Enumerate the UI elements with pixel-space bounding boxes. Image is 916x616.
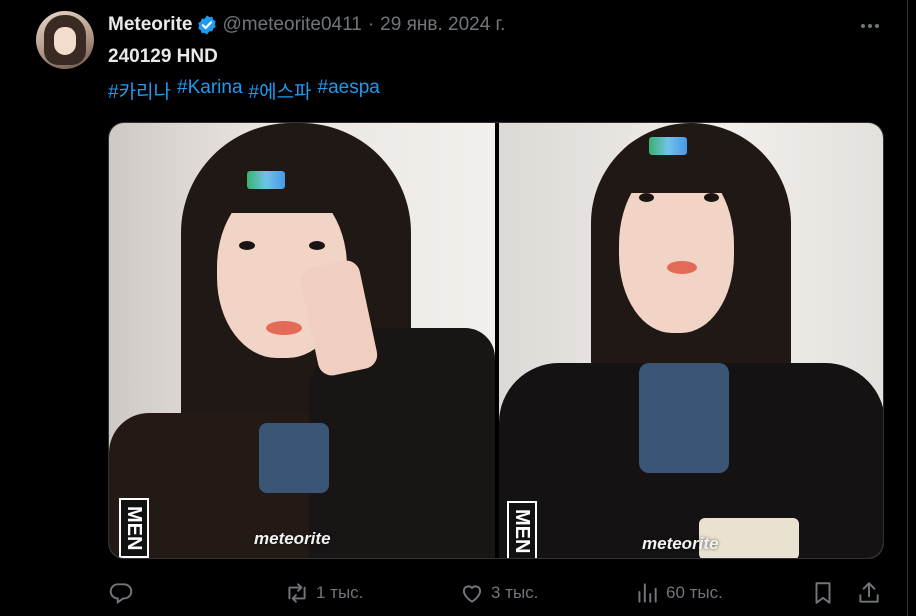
watermark-text: meteorite [642,534,719,553]
views-icon [638,583,657,603]
hashtag-list: #카리나 #Karina #에스파 #aespa [108,77,380,104]
bookmark-icon [815,582,831,604]
views-button[interactable]: 60 тыс. [634,578,723,608]
header-separator: · [367,14,375,35]
tweet-date[interactable]: 29 янв. 2024 г. [380,14,505,36]
action-bar: 1 тыс. 3 тыс. 60 тыс. [108,578,884,608]
reply-icon [109,583,133,605]
name-badge: MEN [119,498,149,558]
like-icon [462,585,482,603]
verified-badge-icon [198,15,217,35]
hashtag-link[interactable]: #카리나 [108,77,171,104]
bookmark-button[interactable] [810,578,836,608]
share-icon [859,582,879,603]
retweet-icon [288,583,306,603]
like-count: 3 тыс. [491,583,539,602]
reply-button[interactable] [108,578,140,608]
views-count: 60 тыс. [666,583,723,602]
photo-right[interactable]: MEN meteorite [499,123,883,558]
tweet-card[interactable]: Meteorite @meteorite0411 · 29 янв. 2024 … [0,0,908,616]
tweet-header: Meteorite @meteorite0411 · 29 янв. 2024 … [108,14,505,36]
avatar[interactable] [36,11,94,69]
hashtag-link[interactable]: #에스파 [249,77,312,104]
retweet-button[interactable]: 1 тыс. [284,578,363,608]
author-handle[interactable]: @meteorite0411 [222,14,361,36]
share-button[interactable] [856,578,882,608]
media-gallery: MEN meteorite MEN meteorite [108,122,884,559]
photo-left[interactable]: MEN meteorite [109,123,495,558]
hashtag-link[interactable]: #Karina [177,77,243,104]
more-options-icon[interactable] [858,16,882,36]
retweet-count: 1 тыс. [316,583,364,602]
like-button[interactable]: 3 тыс. [459,578,538,608]
watermark-text: meteorite [254,529,331,548]
author-name[interactable]: Meteorite [108,14,192,36]
name-badge-right: MEN [507,501,537,558]
hashtag-link[interactable]: #aespa [318,77,380,104]
tweet-text: 240129 HND [108,46,218,67]
